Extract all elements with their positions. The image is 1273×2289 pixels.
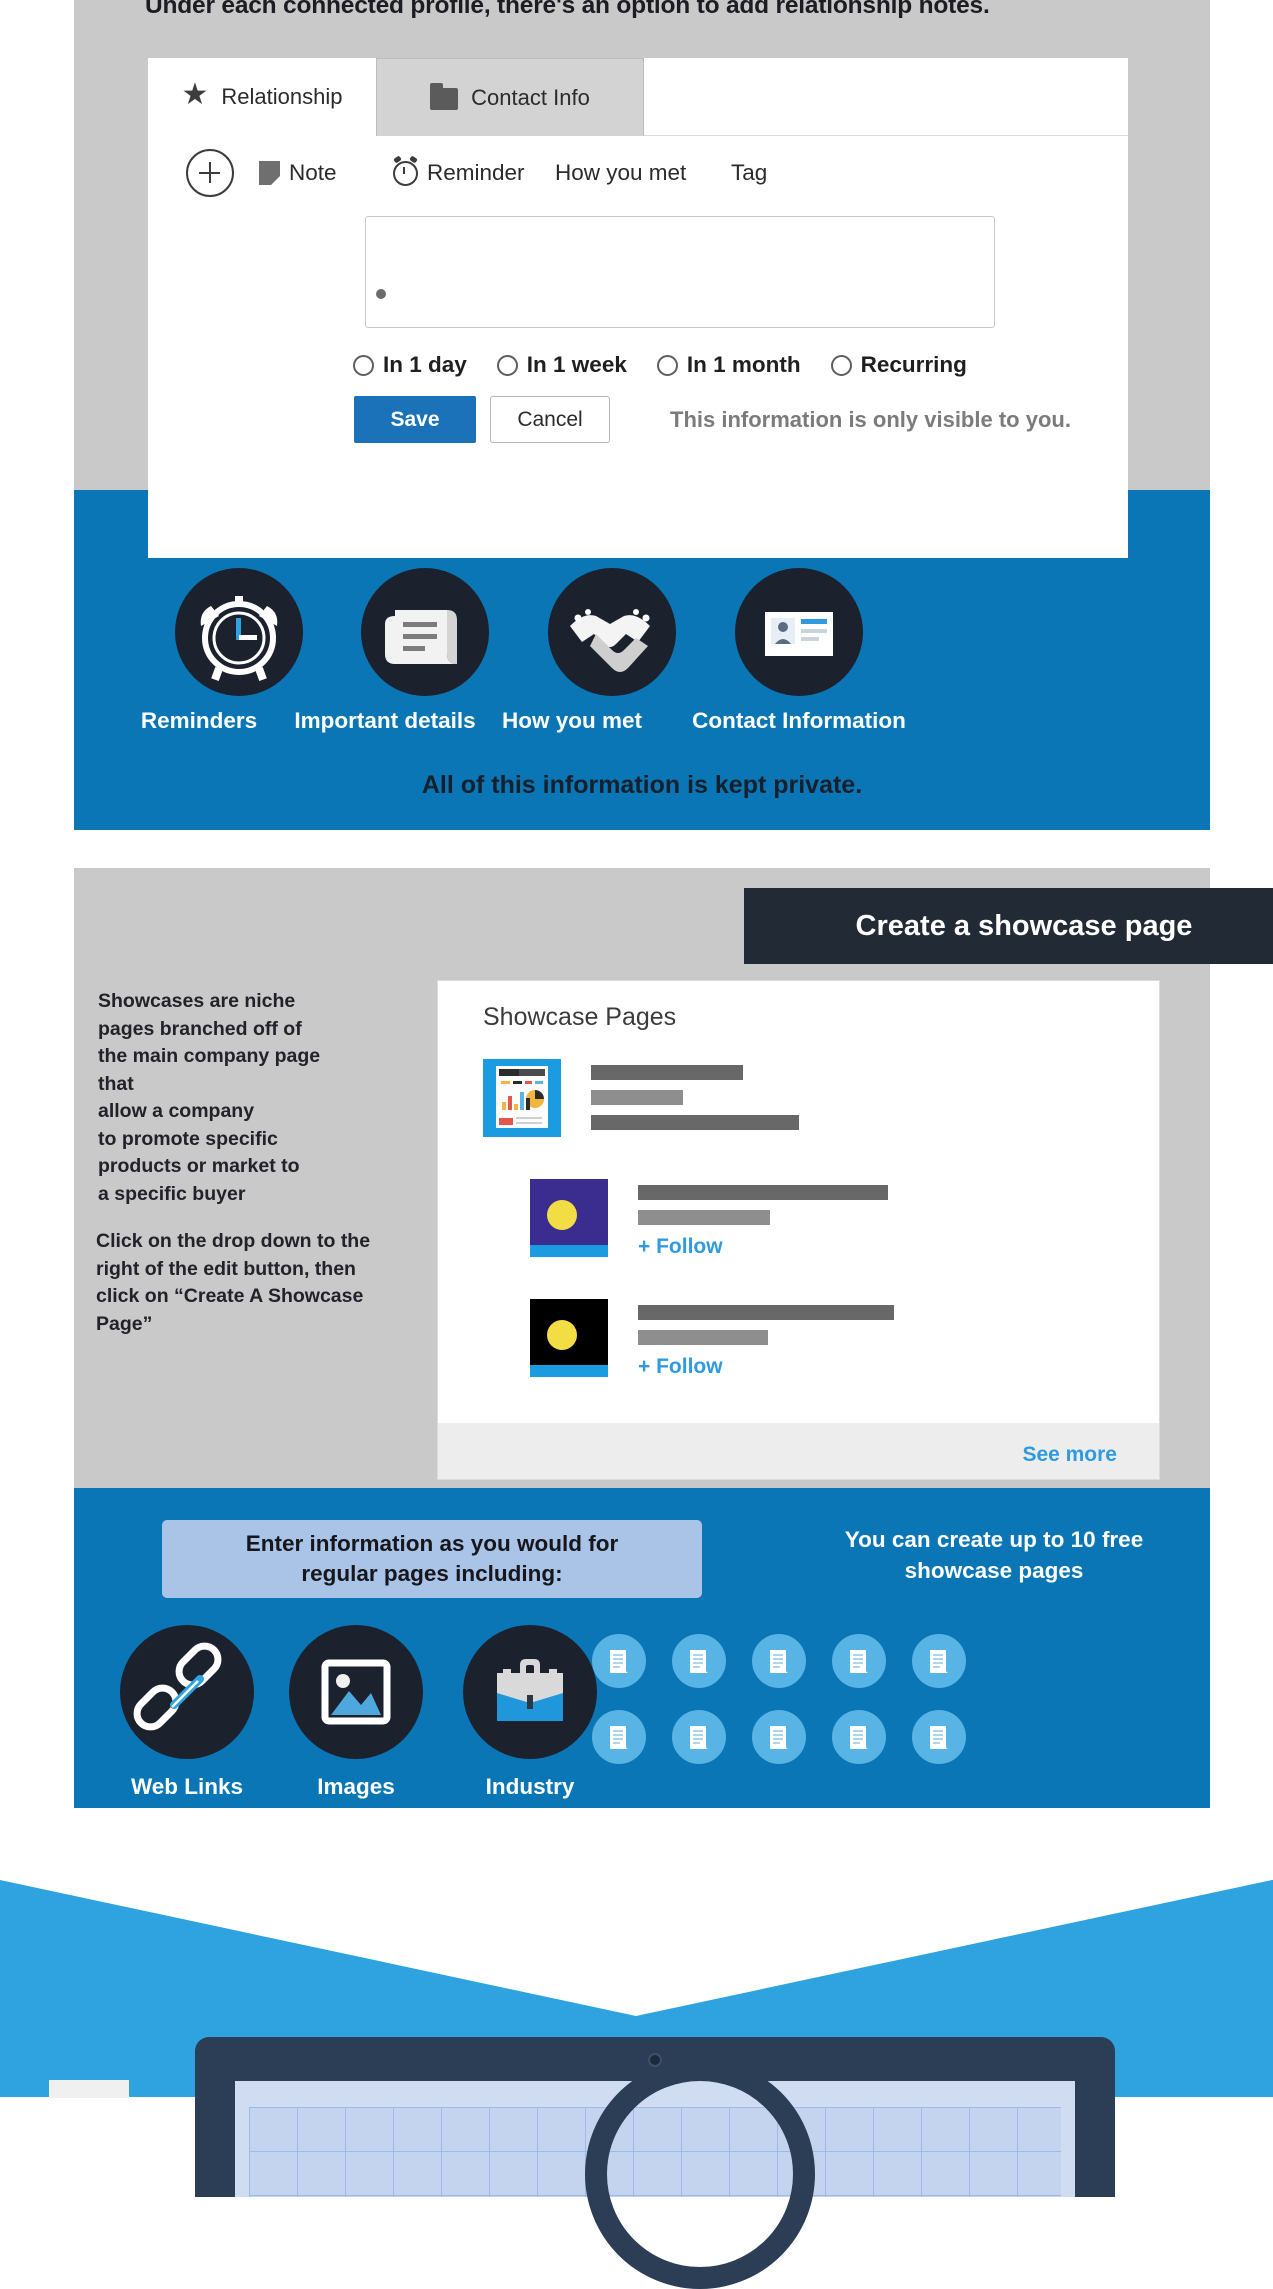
callout-label: Enter information as you would for regul… [245, 1531, 619, 1586]
showcase-item-placeholder-lines: + Follow [638, 1299, 894, 1379]
radio-recurring-label: Recurring [860, 352, 967, 377]
showcase-card-body: Showcase Pages + Follow + Follow [438, 981, 1159, 1423]
radio-circle-icon [656, 354, 678, 376]
action-tag[interactable]: Tag [731, 149, 767, 197]
document-page-icon [752, 1634, 806, 1688]
showcase-blue-band: Enter information as you would for regul… [74, 1488, 1210, 1808]
tab-relationship-label: Relationship [221, 84, 343, 109]
radio-circle-icon [830, 354, 852, 376]
showcase-header-label: Create a showcase page [855, 909, 1193, 942]
feature-bubble-web-links [120, 1625, 254, 1759]
bottom-illustration-section [0, 1808, 1273, 2289]
link-chain-icon [133, 1642, 222, 1731]
callout-box: Enter information as you would for regul… [162, 1520, 702, 1598]
document-scroll-icon [385, 610, 457, 664]
document-page-icon [832, 1634, 886, 1688]
form-buttons: Save Cancel This information is only vis… [354, 396, 1071, 443]
showcase-card-title: Showcase Pages [483, 1003, 677, 1031]
privacy-note: This information is only visible to you. [670, 406, 1071, 432]
document-page-icon [752, 1710, 806, 1764]
radio-in-1-day[interactable]: In 1 day [353, 352, 467, 378]
note-bullet-marker [376, 289, 386, 299]
note-textarea[interactable] [365, 216, 995, 328]
tab-bar: ★ Relationship Contact Info [148, 58, 1128, 136]
follow-button[interactable]: + Follow [638, 1235, 888, 1259]
feature-label-contact-information: Contact Information [692, 708, 906, 733]
showcase-list-item[interactable] [483, 1059, 799, 1140]
document-page-icon [672, 1634, 726, 1688]
document-page-icon [832, 1710, 886, 1764]
privacy-footnote: All of this information is kept private. [421, 771, 863, 799]
radio-in-1-week-label: In 1 week [526, 352, 627, 377]
reminder-options-group: In 1 day In 1 week In 1 month Recurring [353, 348, 997, 382]
chevron-notch [0, 1880, 1272, 2016]
tab-contact-info[interactable]: Contact Info [376, 58, 644, 136]
feature-bubble-important-details [361, 568, 489, 696]
radio-in-1-month[interactable]: In 1 month [656, 352, 801, 378]
relationship-notes-section: Under each connected profile, there's an… [0, 0, 1273, 835]
document-page-icon [672, 1710, 726, 1764]
radio-circle-icon [496, 354, 518, 376]
add-button[interactable] [186, 149, 234, 197]
free-pages-note: You can create up to 10 free showcase pa… [774, 1524, 1214, 1586]
showcase-item-placeholder-lines: + Follow [638, 1179, 888, 1259]
section-heading: Under each connected profile, there's an… [145, 0, 990, 19]
action-how-you-met-label: How you met [555, 160, 687, 185]
action-note[interactable]: Note [259, 149, 337, 197]
showcase-page-section: Create a showcase page Showcases are nic… [0, 868, 1273, 1808]
feature-bubble-industry [463, 1625, 597, 1759]
showcase-instructions-text: Click on the drop down to the right of t… [96, 1228, 386, 1338]
radio-circle-icon [353, 354, 374, 376]
document-page-icon [592, 1634, 646, 1688]
free-pages-label: You can create up to 10 free showcase pa… [844, 1527, 1144, 1583]
showcase-pages-card: Showcase Pages + Follow + Follow See mor… [437, 980, 1160, 1480]
action-tag-label: Tag [731, 160, 768, 185]
showcase-list-item[interactable]: + Follow [530, 1299, 894, 1379]
document-page-icon [912, 1710, 966, 1764]
see-more-link[interactable]: See more [1022, 1443, 1117, 1467]
action-how-you-met[interactable]: How you met [555, 149, 686, 197]
tab-relationship[interactable]: ★ Relationship [148, 58, 376, 136]
folder-icon [430, 82, 459, 110]
radio-recurring[interactable]: Recurring [830, 352, 967, 378]
bottom-corner-tag [49, 2080, 129, 2098]
contact-card-icon [765, 612, 833, 656]
radio-in-1-month-label: In 1 month [686, 352, 801, 377]
moon-black-thumbnail [530, 1299, 608, 1377]
magnifier-icon [585, 2059, 815, 2289]
action-reminder[interactable]: Reminder [393, 149, 525, 197]
showcase-instructions-line: Click on the drop down to the right of t… [96, 1230, 371, 1335]
feature-bubble-how-you-met [548, 568, 676, 696]
showcase-description-text: Showcases are niche pages branched off o… [98, 988, 358, 1208]
moon-purple-thumbnail [530, 1179, 608, 1257]
relationship-widget-card: ★ Relationship Contact Info Note Reminde… [148, 58, 1128, 558]
radio-in-1-day-label: In 1 day [383, 352, 467, 377]
follow-button[interactable]: + Follow [638, 1355, 894, 1379]
feature-bubble-images [289, 1625, 423, 1759]
showcase-description-line: Showcases are niche pages branched off o… [98, 990, 321, 1205]
handshake-icon [570, 609, 650, 672]
tab-contact-info-label: Contact Info [471, 84, 590, 110]
radio-in-1-week[interactable]: In 1 week [496, 352, 627, 378]
dashboard-thumbnail [483, 1059, 561, 1137]
action-toolbar: Note Reminder How you met Tag [148, 136, 1128, 210]
feature-bubble-reminders [175, 568, 303, 696]
showcase-item-placeholder-lines [591, 1059, 799, 1140]
action-reminder-label: Reminder [427, 160, 525, 185]
showcase-header-banner: Create a showcase page [744, 888, 1273, 964]
cancel-button[interactable]: Cancel [490, 396, 610, 443]
feature-bubble-contact-information [735, 568, 863, 696]
showcase-list-item[interactable]: + Follow [530, 1179, 888, 1259]
image-icon [321, 1659, 391, 1725]
note-icon [259, 161, 280, 185]
document-page-icon [912, 1634, 966, 1688]
save-button[interactable]: Save [354, 396, 476, 443]
document-page-icon [592, 1710, 646, 1764]
briefcase-icon [497, 1659, 563, 1721]
feature-label-industry: Industry [485, 1774, 575, 1799]
alarm-clock-icon [393, 154, 418, 186]
action-note-label: Note [289, 160, 337, 185]
alarm-clock-icon [200, 596, 278, 682]
